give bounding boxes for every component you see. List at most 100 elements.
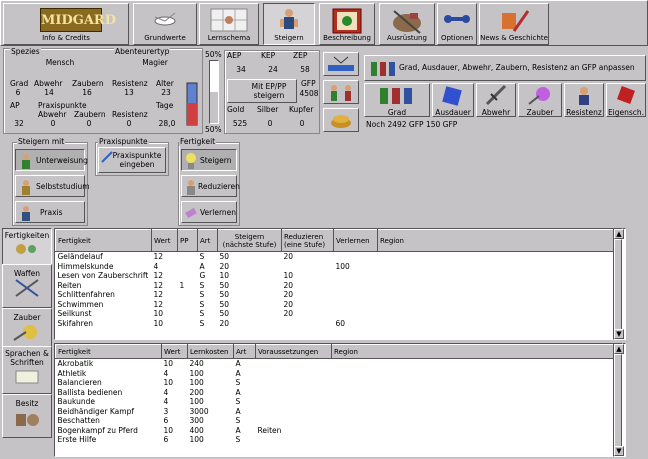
potion-icon [186,82,198,126]
scroll-icon [15,370,39,384]
mit-ep-button[interactable]: Mit EP/PP steigern [227,79,297,103]
praxispunkte-group: Praxispunkte Praxispunkte eingeben [95,137,169,176]
resistenz-label: Resistenz [112,79,148,88]
table-row[interactable]: Ballista bedienen 4 200 A [56,388,615,398]
scroll-thumb[interactable] [614,239,622,331]
table-cell: 240 [189,359,204,368]
table-cell: Skifahren [57,318,93,328]
resistenz-label: Resistenz [566,108,602,117]
table-cell [332,359,615,369]
table-row[interactable]: Seilkunst 10 S 50 20 [56,309,615,319]
sidebar-item-besitz[interactable]: Besitz [2,394,52,438]
scroll-thumb[interactable] [614,354,622,448]
col-steigern[interactable]: Steigern (nächste Stufe) [217,229,282,252]
people-button[interactable] [323,80,359,104]
tab-label: Info & Credits [42,34,90,42]
table-cell [378,300,615,310]
table-cell [378,281,615,291]
zaubern-value: 16 [82,88,92,97]
table-cell [334,252,378,262]
reduzieren-option[interactable]: Reduzieren [181,175,240,197]
tab-lernschema[interactable]: Lernschema [199,3,259,45]
verlernen-option[interactable]: Verlernen [181,201,237,223]
exchange-button[interactable] [323,52,359,76]
col-reduzieren[interactable]: Reduzieren (eine Stufe) [281,229,334,252]
table-row[interactable]: Skifahren 10 S 20 60 [56,319,615,329]
steigern-icons: Grad Ausdauer Abwehr Zauber Resistenz Ei… [364,83,646,117]
col-verlernen[interactable]: Verlernen [333,229,378,252]
table-cell [334,309,378,319]
lower-scrollbar[interactable]: ▲ ▼ [613,343,624,457]
dice-icon [442,86,462,106]
ep-progress: 50% 50% [205,50,225,134]
steigern-option[interactable]: Steigern [181,149,237,171]
table-row[interactable]: Himmelskunde 4 A 20 100 [56,262,615,272]
table-cell [332,369,615,379]
col-wert[interactable]: Wert [151,229,178,252]
grad-button[interactable]: Grad [364,83,430,117]
upper-scrollbar[interactable]: ▲ ▼ [613,228,624,340]
figure-icon [280,9,298,29]
col-fertigkeit[interactable]: Fertigkeit [55,344,162,359]
unterweisung-option[interactable]: Unterweisung [15,149,88,171]
col-art[interactable]: Art [197,229,218,252]
table-row[interactable]: Baukunde 4 100 S [56,397,615,407]
table-row[interactable]: Beschatten 6 300 S [56,416,615,426]
table-row[interactable]: Reiten 12 1 S 50 20 [56,281,615,291]
resistenz-button[interactable]: Resistenz [564,83,604,117]
scroll-up-arrow[interactable]: ▲ [614,229,624,239]
table-row[interactable]: Beidhändiger Kampf 3 3000 A [56,407,615,417]
red-dice-icon [617,86,635,104]
table-row[interactable]: Schlittenfahren 12 S 50 20 [56,290,615,300]
table-row[interactable]: Akrobatik 10 240 A [56,359,615,369]
tab-ausruestung[interactable]: Ausrüstung [379,3,435,45]
scroll-down-arrow[interactable]: ▼ [614,446,624,456]
zauber-button[interactable]: Zauber [518,83,562,117]
col-lernkosten[interactable]: Lernkosten [187,344,234,359]
sidebar-item-waffen[interactable]: Waffen [2,264,52,308]
col-pp[interactable]: PP [177,229,198,252]
table-row[interactable]: Lesen von Zauberschrift 12 G 10 10 [56,271,615,281]
table-cell [256,407,332,417]
scroll-up-arrow[interactable]: ▲ [614,344,624,354]
abwehr-button[interactable]: Abwehr [476,83,516,117]
table-row[interactable]: Geländelauf 12 S 50 20 [56,252,615,262]
tab-label: Grundwerte [144,34,186,42]
table-row[interactable]: Erste Hilfe 6 100 S [56,435,615,445]
table-cell: 10 [163,425,174,435]
tab-label: Ausrüstung [387,34,427,42]
ausdauer-button[interactable]: Ausdauer [432,83,474,117]
tab-optionen[interactable]: Optionen [437,3,477,45]
table-cell: 4 [163,387,169,397]
tab-info-credits[interactable]: MIDGARD Info & Credits [3,3,129,45]
sidebar-item-sprachen[interactable]: Sprachen & Schriften [2,346,52,394]
tab-news-geschichte[interactable]: News & Geschichte [479,3,549,45]
tab-grundwerte[interactable]: Grundwerte [133,3,197,45]
table-cell [178,252,198,262]
table-row[interactable]: Balancieren 10 100 S [56,378,615,388]
col-art[interactable]: Art [233,344,256,359]
praxis-option[interactable]: Praxis [15,201,85,223]
table-cell: 10 [163,359,174,368]
col-voraussetzungen[interactable]: Voraussetzungen [255,344,332,359]
praxispunkte-eingeben-button[interactable]: Praxispunkte eingeben [98,147,166,173]
tab-beschreibung[interactable]: Beschreibung [319,3,375,45]
silber-value: 0 [267,119,273,128]
table-cell: 12 [153,299,164,309]
gfp-anpassen-button[interactable]: Grad, Ausdauer, Abwehr, Zaubern, Resiste… [364,55,646,81]
tab-steigern[interactable]: Steigern [263,3,315,45]
col-region[interactable]: Region [331,344,615,359]
table-row[interactable]: Bogenkampf zu Pferd 10 400 A Reiten [56,426,615,436]
selbststudium-option[interactable]: Selbststudium [15,175,90,197]
scroll-down-arrow[interactable]: ▼ [614,329,624,339]
eigenschaften-button[interactable]: Eigensch. [606,83,646,117]
table-row[interactable]: Athletik 4 100 A [56,369,615,379]
col-fertigkeit[interactable]: Fertigkeit [55,229,152,252]
table-cell [332,416,615,426]
col-wert[interactable]: Wert [161,344,188,359]
coins-button[interactable] [323,108,359,132]
gfp-value: 4508 [299,89,319,98]
table-row[interactable]: Schwimmen 12 S 50 20 [56,300,615,310]
col-region[interactable]: Region [377,229,615,252]
grad-label: Grad [10,79,29,88]
